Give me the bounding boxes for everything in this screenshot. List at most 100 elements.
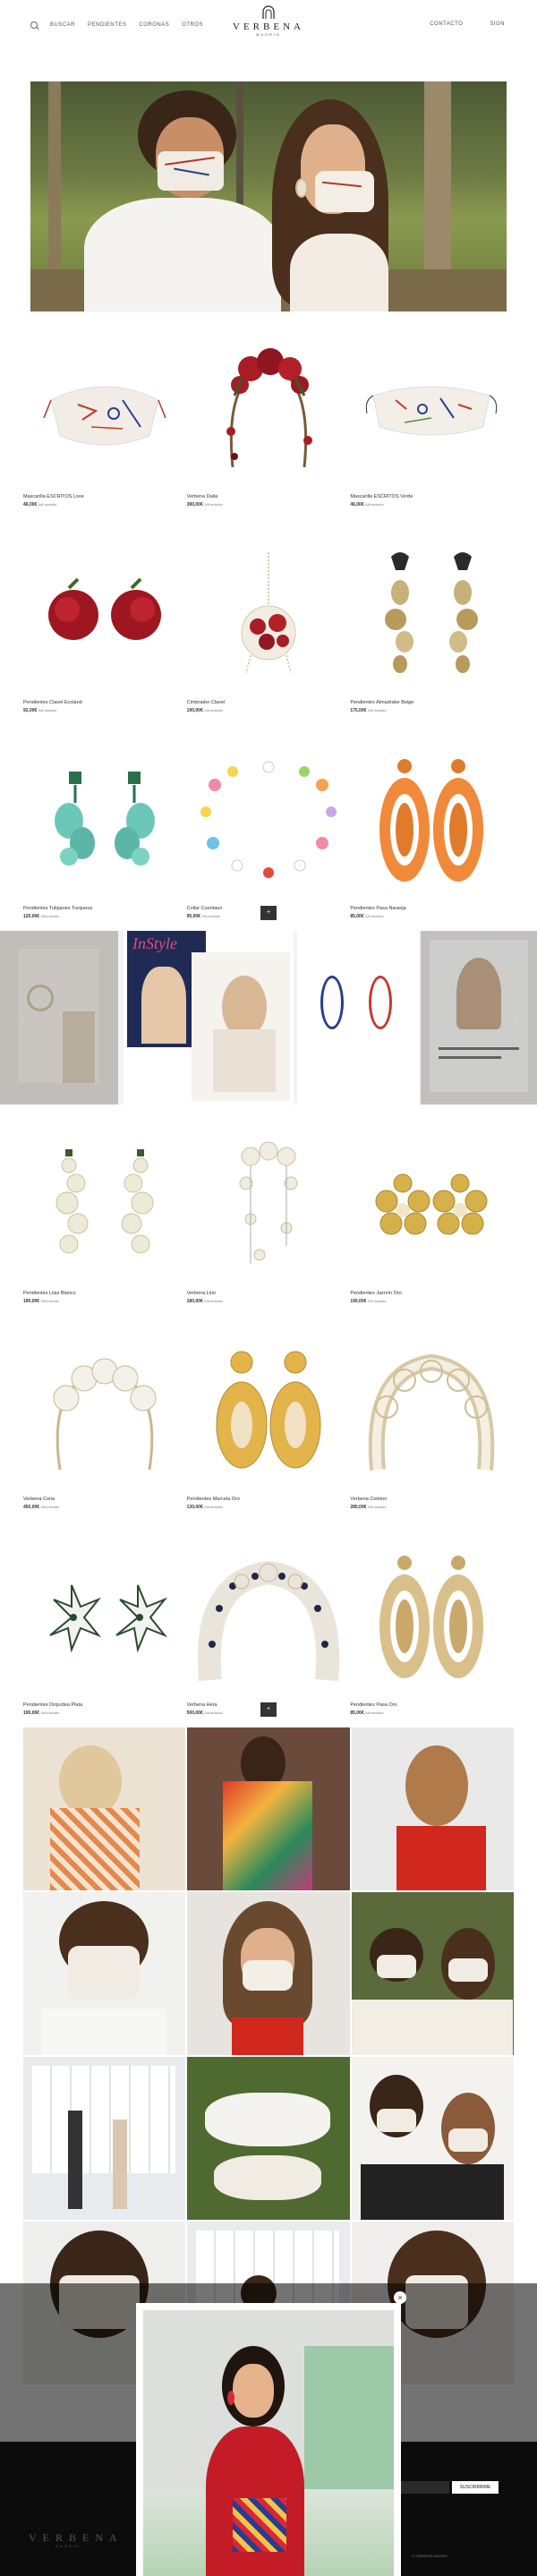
press-slider: InStyle ‹ › bbox=[0, 931, 537, 1105]
product-card[interactable]: Mascarilla ESCRITOS Love 46,00€ IVA incl… bbox=[23, 333, 187, 539]
product-image-earrings[interactable] bbox=[355, 539, 507, 691]
product-name[interactable]: Verbena Lirio bbox=[187, 1291, 216, 1296]
product-price: 280,00€ IVA incluido bbox=[350, 1505, 387, 1510]
modal-image[interactable] bbox=[143, 2310, 394, 2576]
product-card[interactable]: Pendientes Almadrabe Beige 175,00€ IVA i… bbox=[350, 539, 514, 745]
product-image-headpiece[interactable] bbox=[192, 1130, 345, 1282]
instagram-tile[interactable] bbox=[351, 1892, 514, 2055]
product-price: 180,00€ IVA incluido bbox=[186, 1299, 223, 1304]
product-grid-1: Mascarilla ESCRITOS Love 46,00€ IVA incl… bbox=[23, 333, 514, 951]
product-price: 46,00€ IVA incluido bbox=[23, 502, 57, 508]
product-price: 450,00€ IVA incluido bbox=[23, 1505, 60, 1510]
product-name[interactable]: Mascarilla ESCRITOS Verde bbox=[350, 494, 413, 499]
product-price: 190,00€ IVA incluido bbox=[186, 708, 223, 713]
nav-item-coronas[interactable]: CORONAS bbox=[139, 22, 169, 28]
logo-arch-icon bbox=[262, 5, 275, 19]
product-name[interactable]: Mascarilla ESCRITOS Love bbox=[23, 494, 84, 499]
product-image-earrings[interactable] bbox=[355, 745, 507, 897]
hero-image[interactable] bbox=[30, 81, 507, 311]
product-price: 120,00€ IVA incluido bbox=[23, 914, 60, 919]
product-card[interactable]: Verbena Coleton 280,00€ IVA incluido bbox=[350, 1335, 514, 1541]
newsletter-submit-button[interactable]: SUSCRIBIRME bbox=[452, 2481, 499, 2494]
product-name[interactable]: Pendientes Marcela Oro bbox=[187, 1497, 240, 1502]
modal-close-button[interactable]: × bbox=[394, 2291, 406, 2304]
product-image-headband[interactable] bbox=[29, 1335, 181, 1488]
product-card[interactable]: Pendientes Orquídea Plata 190,00€ IVA in… bbox=[23, 1541, 187, 1747]
instagram-tile[interactable] bbox=[187, 2057, 350, 2220]
press-slide[interactable] bbox=[297, 931, 419, 1105]
product-name[interactable]: Collar Cuentaun bbox=[187, 906, 223, 911]
product-name[interactable]: Pendientes Lilas Blanco bbox=[23, 1291, 76, 1296]
product-image-earrings[interactable] bbox=[355, 1541, 507, 1693]
product-image-earrings[interactable] bbox=[29, 745, 181, 897]
product-image-earrings[interactable] bbox=[29, 1541, 181, 1693]
product-card[interactable]: Pendientes Clavel Ecoland 92,00€ IVA inc… bbox=[23, 539, 187, 745]
product-name[interactable]: Cimbrador Clavel bbox=[187, 700, 226, 705]
product-price: 85,00€ IVA incluido bbox=[350, 914, 384, 919]
product-price: 95,00€ IVA incluido bbox=[186, 914, 220, 919]
product-image-headband[interactable] bbox=[192, 1541, 345, 1693]
instagram-tile[interactable] bbox=[187, 1892, 350, 2055]
product-image-earrings[interactable] bbox=[29, 539, 181, 691]
product-card[interactable]: Pendientes Jazmín Oro 190,00€ IVA inclui… bbox=[350, 1130, 514, 1335]
product-image-earrings[interactable] bbox=[29, 1130, 181, 1282]
product-image-headband[interactable] bbox=[192, 333, 345, 485]
nav-item-contacto[interactable]: CONTACTO bbox=[430, 21, 463, 27]
product-card[interactable]: Verbena Lirio 180,00€ IVA incluido bbox=[187, 1130, 351, 1335]
product-price: 130,00€ IVA incluido bbox=[186, 1505, 223, 1510]
product-name[interactable]: Verbena Coria bbox=[23, 1497, 55, 1502]
product-image-mask[interactable] bbox=[29, 333, 181, 485]
press-magazine-title: InStyle bbox=[132, 934, 177, 952]
load-more-button[interactable]: + bbox=[260, 906, 277, 920]
instagram-tile[interactable] bbox=[187, 1727, 350, 1890]
press-slide[interactable]: InStyle bbox=[124, 931, 294, 1105]
product-card[interactable]: Mascarilla ESCRITOS Verde 46,00€ IVA inc… bbox=[350, 333, 514, 539]
product-name[interactable]: Pendientes Orquídea Plata bbox=[23, 1702, 82, 1708]
nav-item-pendientes[interactable]: PENDIENTES bbox=[88, 22, 126, 28]
product-image-earrings[interactable] bbox=[355, 1130, 507, 1282]
product-image-headband[interactable] bbox=[355, 1335, 507, 1488]
search-icon[interactable] bbox=[30, 21, 38, 29]
nav-right: CONTACTO SIGN bbox=[430, 21, 505, 27]
nav-item-otros[interactable]: OTROS bbox=[182, 22, 203, 28]
instagram-tile[interactable] bbox=[351, 1727, 514, 1890]
instagram-tile[interactable] bbox=[351, 2057, 514, 2220]
footer-logo[interactable]: VERBENA bbox=[29, 2531, 124, 2545]
newsletter-email-input[interactable] bbox=[401, 2481, 449, 2494]
instagram-tile[interactable] bbox=[23, 1892, 186, 2055]
product-card[interactable]: Pendientes Lilas Blanco 190,00€ IVA incl… bbox=[23, 1130, 187, 1335]
product-card[interactable]: Cimbrador Clavel 190,00€ IVA incluido bbox=[187, 539, 351, 745]
nav-item-buscar[interactable]: BUSCAR bbox=[50, 22, 75, 28]
nav-item-sign[interactable]: SIGN bbox=[490, 21, 505, 27]
product-card[interactable]: Pendientes Tulipanes Turquesa 120,00€ IV… bbox=[23, 745, 187, 951]
product-name[interactable]: Verbena Hera bbox=[187, 1702, 217, 1708]
product-image-necklace[interactable] bbox=[192, 539, 345, 691]
product-image-necklace[interactable] bbox=[192, 745, 345, 897]
footer-logo-sub: MADRID bbox=[55, 2544, 81, 2548]
product-image-mask[interactable] bbox=[355, 333, 507, 485]
product-price: 190,00€ IVA incluido bbox=[23, 1299, 60, 1304]
product-name[interactable]: Verbena Dalia bbox=[187, 494, 218, 499]
product-price: 175,00€ IVA incluido bbox=[350, 708, 387, 713]
logo-text: VERBENA bbox=[233, 21, 304, 32]
site-logo[interactable]: VERBENA MADRID bbox=[231, 5, 306, 37]
product-image-earrings[interactable] bbox=[192, 1335, 345, 1488]
load-more-button[interactable]: + bbox=[260, 1702, 277, 1717]
product-name[interactable]: Pendientes Clavel Ecoland bbox=[23, 700, 82, 705]
instagram-tile[interactable] bbox=[23, 1727, 186, 1890]
product-price: 190,00€ IVA incluido bbox=[23, 1710, 60, 1716]
product-name[interactable]: Verbena Coleton bbox=[350, 1497, 387, 1502]
product-price: 92,00€ IVA incluido bbox=[23, 708, 57, 713]
product-name[interactable]: Pendientes Pasa Oro bbox=[350, 1702, 396, 1708]
product-card[interactable]: Pendientes Pasa Oro 85,00€ IVA incluido bbox=[350, 1541, 514, 1747]
product-name[interactable]: Pendientes Pasa Naranja bbox=[350, 906, 405, 911]
product-name[interactable]: Pendientes Jazmín Oro bbox=[350, 1291, 401, 1296]
product-name[interactable]: Pendientes Tulipanes Turquesa bbox=[23, 906, 92, 911]
product-card[interactable]: Pendientes Pasa Naranja 85,00€ IVA inclu… bbox=[350, 745, 514, 951]
product-card[interactable]: Verbena Dalia 390,00€ IVA incluido bbox=[187, 333, 351, 539]
product-card[interactable]: Pendientes Marcela Oro 130,00€ IVA inclu… bbox=[187, 1335, 351, 1541]
footer-copyright: © VERBENA MADRID bbox=[412, 2554, 448, 2558]
product-name[interactable]: Pendientes Almadrabe Beige bbox=[350, 700, 413, 705]
product-card[interactable]: Verbena Coria 450,00€ IVA incluido bbox=[23, 1335, 187, 1541]
instagram-tile[interactable] bbox=[23, 2057, 186, 2220]
